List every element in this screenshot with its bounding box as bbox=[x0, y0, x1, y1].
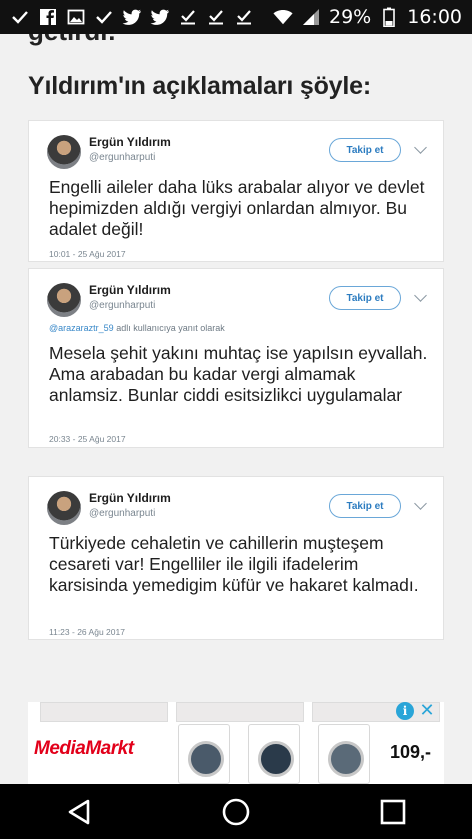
facebook-icon bbox=[38, 7, 58, 27]
info-icon[interactable]: i bbox=[396, 702, 414, 720]
ad-thumbnail bbox=[40, 702, 168, 722]
twitter-icon bbox=[150, 7, 170, 27]
chevron-down-icon[interactable] bbox=[414, 497, 427, 510]
tweet-timestamp[interactable]: 11:23 - 26 Ağu 2017 bbox=[49, 627, 125, 637]
follow-button[interactable]: Takip et bbox=[329, 494, 401, 518]
wifi-icon bbox=[273, 7, 293, 27]
article-content[interactable]: getirdi: Yıldırım'ın açıklamaları şöyle:… bbox=[0, 34, 472, 784]
washing-machine-image bbox=[178, 724, 230, 784]
battery-percentage: 29% bbox=[329, 6, 372, 28]
advertisement-banner[interactable]: MediaMarkt 109,- i ✕ bbox=[28, 702, 444, 784]
download-done-icon bbox=[234, 7, 254, 27]
embedded-tweet[interactable]: Ergün Yıldırım @ergunharputi Takip et @a… bbox=[28, 268, 444, 448]
tweet-author-name[interactable]: Ergün Yıldırım bbox=[89, 491, 171, 505]
check-icon bbox=[10, 7, 30, 27]
ad-thumbnail bbox=[176, 702, 304, 722]
signal-icon bbox=[301, 7, 321, 27]
recent-apps-button[interactable] bbox=[363, 792, 423, 832]
tweet-timestamp[interactable]: 20:33 - 25 Ağu 2017 bbox=[49, 434, 126, 444]
twitter-icon bbox=[122, 7, 142, 27]
battery-icon bbox=[379, 7, 399, 27]
ad-price: 109,- bbox=[390, 742, 432, 762]
image-icon bbox=[66, 7, 86, 27]
tweet-author-handle[interactable]: @ergunharputi bbox=[89, 508, 155, 519]
check-icon bbox=[94, 7, 114, 27]
close-icon[interactable]: ✕ bbox=[418, 702, 436, 720]
download-done-icon bbox=[206, 7, 226, 27]
avatar[interactable] bbox=[47, 135, 81, 169]
tweet-text: Türkiyede cehaletin ve cahillerin muşteş… bbox=[49, 533, 419, 595]
tweet-author-handle[interactable]: @ergunharputi bbox=[89, 152, 155, 163]
follow-button[interactable]: Takip et bbox=[329, 138, 401, 162]
download-done-icon bbox=[178, 7, 198, 27]
clock: 16:00 bbox=[407, 6, 462, 28]
embedded-tweet[interactable]: Ergün Yıldırım @ergunharputi Takip et En… bbox=[28, 120, 444, 262]
tweet-author-handle[interactable]: @ergunharputi bbox=[89, 300, 155, 311]
article-heading: Yıldırım'ın açıklamaları şöyle: bbox=[28, 72, 371, 100]
washing-machine-image bbox=[318, 724, 370, 784]
tweet-author-name[interactable]: Ergün Yıldırım bbox=[89, 283, 171, 297]
recent-apps-icon bbox=[381, 799, 406, 824]
embedded-tweet[interactable]: Ergün Yıldırım @ergunharputi Takip et Tü… bbox=[28, 476, 444, 640]
status-bar: 29% 16:00 bbox=[0, 0, 472, 34]
reply-context: @arazaraztr_59 adlı kullanıcıya yanıt ol… bbox=[49, 323, 225, 333]
brand-logo: MediaMarkt bbox=[34, 738, 134, 759]
reply-context-text: adlı kullanıcıya yanıt olarak bbox=[116, 323, 225, 333]
article-text-fragment: getirdi: bbox=[28, 34, 116, 47]
chevron-down-icon[interactable] bbox=[414, 289, 427, 302]
tweet-author-name[interactable]: Ergün Yıldırım bbox=[89, 135, 171, 149]
follow-button[interactable]: Takip et bbox=[329, 286, 401, 310]
system-status: 29% 16:00 bbox=[273, 6, 462, 28]
chevron-down-icon[interactable] bbox=[414, 141, 427, 154]
reply-mention-link[interactable]: @arazaraztr_59 bbox=[49, 323, 114, 333]
ad-thumbnail-strip bbox=[40, 702, 440, 722]
navigation-bar bbox=[0, 784, 472, 839]
home-circle-icon bbox=[222, 798, 250, 825]
home-button[interactable] bbox=[206, 792, 266, 832]
notification-icons bbox=[10, 7, 254, 27]
back-triangle-icon bbox=[68, 799, 89, 824]
avatar[interactable] bbox=[47, 283, 81, 317]
avatar[interactable] bbox=[47, 491, 81, 525]
tweet-text: Mesela şehit yakını muhtaç ise yapılsın … bbox=[49, 343, 428, 405]
tweet-text: Engelli aileler daha lüks arabalar alıyo… bbox=[49, 177, 425, 239]
washing-machine-image bbox=[248, 724, 300, 784]
tweet-timestamp[interactable]: 10:01 - 25 Ağu 2017 bbox=[49, 249, 126, 259]
back-button[interactable] bbox=[49, 792, 109, 832]
